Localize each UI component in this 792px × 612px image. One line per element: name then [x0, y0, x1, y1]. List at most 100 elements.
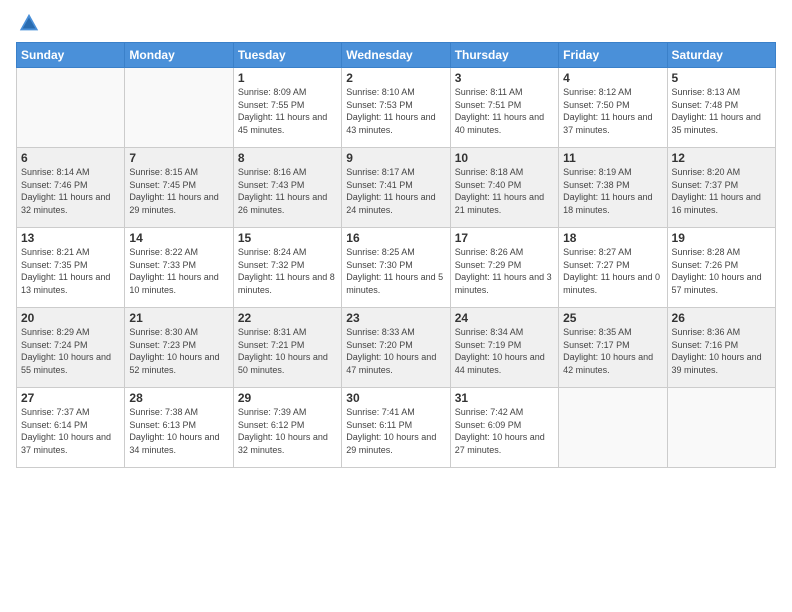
- table-row: 21Sunrise: 8:30 AM Sunset: 7:23 PM Dayli…: [125, 308, 233, 388]
- day-number: 14: [129, 231, 228, 245]
- day-info: Sunrise: 8:33 AM Sunset: 7:20 PM Dayligh…: [346, 326, 445, 376]
- day-number: 2: [346, 71, 445, 85]
- day-info: Sunrise: 8:34 AM Sunset: 7:19 PM Dayligh…: [455, 326, 554, 376]
- day-number: 15: [238, 231, 337, 245]
- day-number: 22: [238, 311, 337, 325]
- day-number: 21: [129, 311, 228, 325]
- day-number: 26: [672, 311, 771, 325]
- day-number: 3: [455, 71, 554, 85]
- table-row: 6Sunrise: 8:14 AM Sunset: 7:46 PM Daylig…: [17, 148, 125, 228]
- day-number: 30: [346, 391, 445, 405]
- table-row: 9Sunrise: 8:17 AM Sunset: 7:41 PM Daylig…: [342, 148, 450, 228]
- day-number: 5: [672, 71, 771, 85]
- col-wednesday: Wednesday: [342, 43, 450, 68]
- day-info: Sunrise: 8:27 AM Sunset: 7:27 PM Dayligh…: [563, 246, 662, 296]
- table-row: 13Sunrise: 8:21 AM Sunset: 7:35 PM Dayli…: [17, 228, 125, 308]
- calendar-week-row: 13Sunrise: 8:21 AM Sunset: 7:35 PM Dayli…: [17, 228, 776, 308]
- day-info: Sunrise: 7:41 AM Sunset: 6:11 PM Dayligh…: [346, 406, 445, 456]
- day-info: Sunrise: 8:26 AM Sunset: 7:29 PM Dayligh…: [455, 246, 554, 296]
- col-tuesday: Tuesday: [233, 43, 341, 68]
- day-info: Sunrise: 8:29 AM Sunset: 7:24 PM Dayligh…: [21, 326, 120, 376]
- day-number: 12: [672, 151, 771, 165]
- day-info: Sunrise: 8:10 AM Sunset: 7:53 PM Dayligh…: [346, 86, 445, 136]
- day-number: 9: [346, 151, 445, 165]
- table-row: 25Sunrise: 8:35 AM Sunset: 7:17 PM Dayli…: [559, 308, 667, 388]
- table-row: 7Sunrise: 8:15 AM Sunset: 7:45 PM Daylig…: [125, 148, 233, 228]
- day-number: 19: [672, 231, 771, 245]
- day-number: 27: [21, 391, 120, 405]
- table-row: 1Sunrise: 8:09 AM Sunset: 7:55 PM Daylig…: [233, 68, 341, 148]
- calendar-week-row: 27Sunrise: 7:37 AM Sunset: 6:14 PM Dayli…: [17, 388, 776, 468]
- table-row: [667, 388, 775, 468]
- calendar-header-row: Sunday Monday Tuesday Wednesday Thursday…: [17, 43, 776, 68]
- table-row: 16Sunrise: 8:25 AM Sunset: 7:30 PM Dayli…: [342, 228, 450, 308]
- table-row: 10Sunrise: 8:18 AM Sunset: 7:40 PM Dayli…: [450, 148, 558, 228]
- table-row: 28Sunrise: 7:38 AM Sunset: 6:13 PM Dayli…: [125, 388, 233, 468]
- day-info: Sunrise: 8:13 AM Sunset: 7:48 PM Dayligh…: [672, 86, 771, 136]
- page: Sunday Monday Tuesday Wednesday Thursday…: [0, 0, 792, 612]
- day-number: 16: [346, 231, 445, 245]
- day-info: Sunrise: 7:38 AM Sunset: 6:13 PM Dayligh…: [129, 406, 228, 456]
- day-info: Sunrise: 7:42 AM Sunset: 6:09 PM Dayligh…: [455, 406, 554, 456]
- table-row: 29Sunrise: 7:39 AM Sunset: 6:12 PM Dayli…: [233, 388, 341, 468]
- col-saturday: Saturday: [667, 43, 775, 68]
- day-number: 17: [455, 231, 554, 245]
- day-info: Sunrise: 8:36 AM Sunset: 7:16 PM Dayligh…: [672, 326, 771, 376]
- day-number: 18: [563, 231, 662, 245]
- day-number: 28: [129, 391, 228, 405]
- header: [16, 12, 776, 34]
- table-row: 12Sunrise: 8:20 AM Sunset: 7:37 PM Dayli…: [667, 148, 775, 228]
- day-number: 29: [238, 391, 337, 405]
- day-number: 31: [455, 391, 554, 405]
- table-row: [559, 388, 667, 468]
- day-info: Sunrise: 8:31 AM Sunset: 7:21 PM Dayligh…: [238, 326, 337, 376]
- table-row: 30Sunrise: 7:41 AM Sunset: 6:11 PM Dayli…: [342, 388, 450, 468]
- day-number: 24: [455, 311, 554, 325]
- day-number: 8: [238, 151, 337, 165]
- day-number: 11: [563, 151, 662, 165]
- day-number: 13: [21, 231, 120, 245]
- table-row: 22Sunrise: 8:31 AM Sunset: 7:21 PM Dayli…: [233, 308, 341, 388]
- table-row: 14Sunrise: 8:22 AM Sunset: 7:33 PM Dayli…: [125, 228, 233, 308]
- day-info: Sunrise: 8:28 AM Sunset: 7:26 PM Dayligh…: [672, 246, 771, 296]
- day-info: Sunrise: 8:18 AM Sunset: 7:40 PM Dayligh…: [455, 166, 554, 216]
- day-number: 1: [238, 71, 337, 85]
- table-row: 18Sunrise: 8:27 AM Sunset: 7:27 PM Dayli…: [559, 228, 667, 308]
- day-info: Sunrise: 8:25 AM Sunset: 7:30 PM Dayligh…: [346, 246, 445, 296]
- table-row: 3Sunrise: 8:11 AM Sunset: 7:51 PM Daylig…: [450, 68, 558, 148]
- day-info: Sunrise: 8:15 AM Sunset: 7:45 PM Dayligh…: [129, 166, 228, 216]
- table-row: 5Sunrise: 8:13 AM Sunset: 7:48 PM Daylig…: [667, 68, 775, 148]
- table-row: 24Sunrise: 8:34 AM Sunset: 7:19 PM Dayli…: [450, 308, 558, 388]
- day-info: Sunrise: 8:17 AM Sunset: 7:41 PM Dayligh…: [346, 166, 445, 216]
- day-number: 10: [455, 151, 554, 165]
- day-number: 20: [21, 311, 120, 325]
- day-info: Sunrise: 7:39 AM Sunset: 6:12 PM Dayligh…: [238, 406, 337, 456]
- table-row: 27Sunrise: 7:37 AM Sunset: 6:14 PM Dayli…: [17, 388, 125, 468]
- table-row: [125, 68, 233, 148]
- day-info: Sunrise: 7:37 AM Sunset: 6:14 PM Dayligh…: [21, 406, 120, 456]
- calendar: Sunday Monday Tuesday Wednesday Thursday…: [16, 42, 776, 468]
- table-row: 4Sunrise: 8:12 AM Sunset: 7:50 PM Daylig…: [559, 68, 667, 148]
- logo: [16, 12, 40, 34]
- day-info: Sunrise: 8:12 AM Sunset: 7:50 PM Dayligh…: [563, 86, 662, 136]
- day-info: Sunrise: 8:21 AM Sunset: 7:35 PM Dayligh…: [21, 246, 120, 296]
- day-info: Sunrise: 8:35 AM Sunset: 7:17 PM Dayligh…: [563, 326, 662, 376]
- col-friday: Friday: [559, 43, 667, 68]
- calendar-week-row: 1Sunrise: 8:09 AM Sunset: 7:55 PM Daylig…: [17, 68, 776, 148]
- day-info: Sunrise: 8:20 AM Sunset: 7:37 PM Dayligh…: [672, 166, 771, 216]
- day-info: Sunrise: 8:16 AM Sunset: 7:43 PM Dayligh…: [238, 166, 337, 216]
- day-info: Sunrise: 8:19 AM Sunset: 7:38 PM Dayligh…: [563, 166, 662, 216]
- table-row: 31Sunrise: 7:42 AM Sunset: 6:09 PM Dayli…: [450, 388, 558, 468]
- day-number: 6: [21, 151, 120, 165]
- day-info: Sunrise: 8:11 AM Sunset: 7:51 PM Dayligh…: [455, 86, 554, 136]
- table-row: 26Sunrise: 8:36 AM Sunset: 7:16 PM Dayli…: [667, 308, 775, 388]
- calendar-week-row: 6Sunrise: 8:14 AM Sunset: 7:46 PM Daylig…: [17, 148, 776, 228]
- table-row: 8Sunrise: 8:16 AM Sunset: 7:43 PM Daylig…: [233, 148, 341, 228]
- col-monday: Monday: [125, 43, 233, 68]
- col-thursday: Thursday: [450, 43, 558, 68]
- day-number: 25: [563, 311, 662, 325]
- col-sunday: Sunday: [17, 43, 125, 68]
- day-number: 7: [129, 151, 228, 165]
- logo-icon: [18, 12, 40, 34]
- day-info: Sunrise: 8:24 AM Sunset: 7:32 PM Dayligh…: [238, 246, 337, 296]
